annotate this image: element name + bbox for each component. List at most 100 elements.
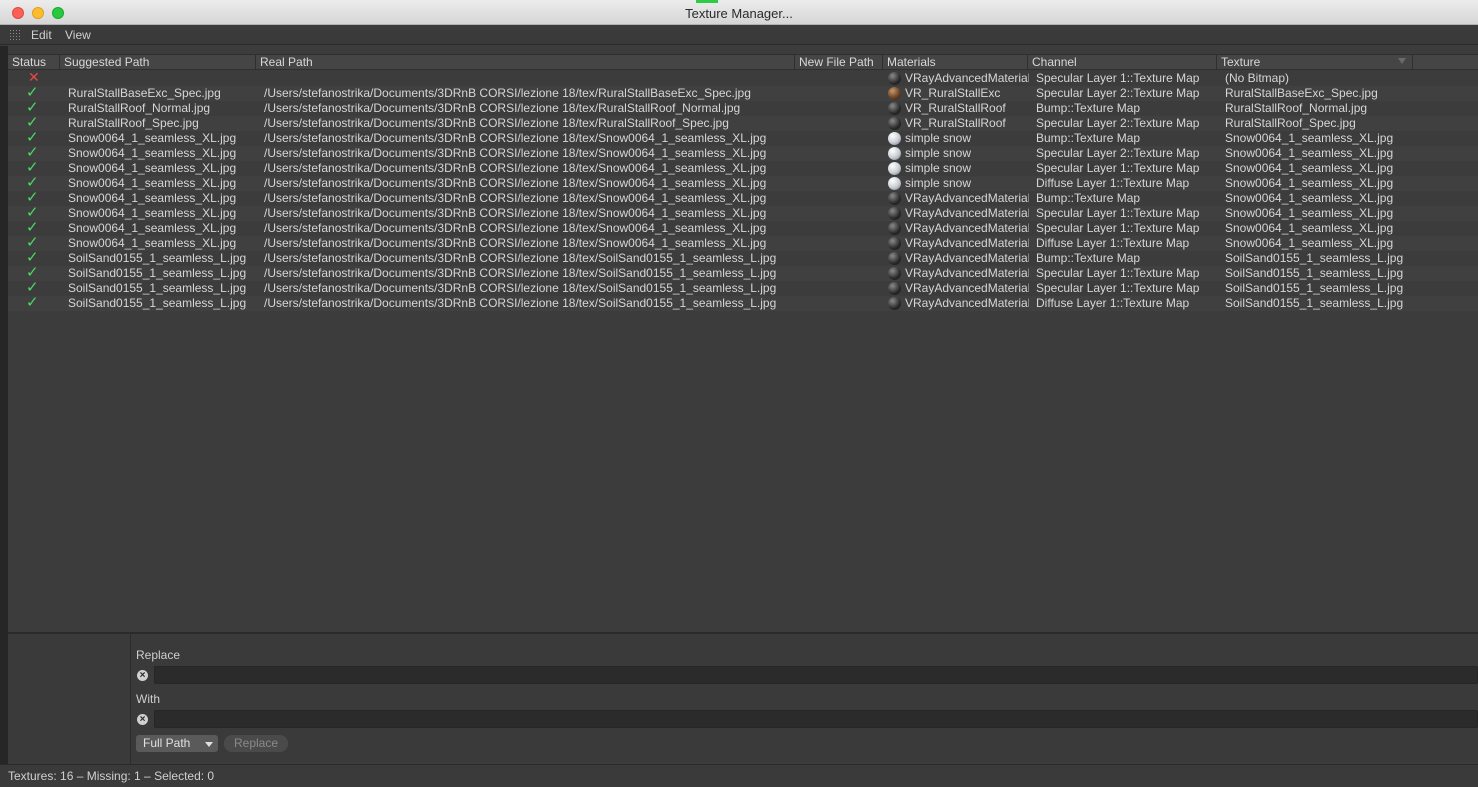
cross-icon: ✕ [28, 70, 40, 85]
column-header-real-path[interactable]: Real Path [256, 55, 795, 70]
suggested-path-cell: Snow0064_1_seamless_XL.jpg [68, 176, 237, 190]
table-row[interactable]: ✓ Snow0064_1_seamless_XL.jpg/Users/stefan… [8, 160, 1478, 176]
replace-input[interactable] [154, 666, 1478, 684]
with-input[interactable] [154, 710, 1478, 728]
sort-arrow-icon [1398, 58, 1406, 64]
column-header-channel[interactable]: Channel [1028, 55, 1217, 70]
check-icon: ✓ [26, 100, 39, 115]
real-path-cell: /Users/stefanostrika/Documents/3DRnB COR… [264, 161, 767, 175]
texture-cell: Snow0064_1_seamless_XL.jpg [1225, 161, 1394, 175]
material-preview-icon [888, 192, 901, 205]
real-path-cell: /Users/stefanostrika/Documents/3DRnB COR… [264, 266, 777, 280]
table-row[interactable]: ✓ Snow0064_1_seamless_XL.jpg/Users/stefan… [8, 205, 1478, 221]
material-cell: VR_RuralStallExc [905, 86, 1001, 100]
column-header-materials[interactable]: Materials [883, 55, 1028, 70]
channel-cell: Specular Layer 1::Texture Map [1036, 281, 1200, 295]
menu-edit[interactable]: Edit [31, 28, 52, 42]
clear-with-icon[interactable]: × [137, 714, 148, 725]
path-mode-value: Full Path [143, 736, 191, 750]
status-summary: Textures: 16 – Missing: 1 – Selected: 0 [8, 769, 215, 783]
table-row[interactable]: ✓ RuralStallRoof_Spec.jpg/Users/stefanost… [8, 115, 1478, 131]
real-path-cell: /Users/stefanostrika/Documents/3DRnB COR… [264, 296, 777, 310]
check-icon: ✓ [26, 295, 39, 310]
real-path-cell: /Users/stefanostrika/Documents/3DRnB COR… [264, 176, 767, 190]
check-icon: ✓ [26, 235, 39, 250]
table-row[interactable]: ✓ SoilSand0155_1_seamless_L.jpg/Users/ste… [8, 250, 1478, 266]
material-cell: VRayAdvancedMaterial [905, 71, 1029, 85]
texture-cell: Snow0064_1_seamless_XL.jpg [1225, 131, 1394, 145]
suggested-path-cell: RuralStallRoof_Spec.jpg [68, 116, 199, 130]
table-row[interactable]: ✓ SoilSand0155_1_seamless_L.jpg/Users/ste… [8, 295, 1478, 311]
column-header-texture[interactable]: Texture [1217, 55, 1413, 70]
suggested-path-cell: Snow0064_1_seamless_XL.jpg [68, 161, 237, 175]
channel-cell: Specular Layer 1::Texture Map [1036, 206, 1200, 220]
table-row[interactable]: ✓ SoilSand0155_1_seamless_L.jpg/Users/ste… [8, 265, 1478, 281]
channel-cell: Specular Layer 1::Texture Map [1036, 161, 1200, 175]
channel-cell: Specular Layer 1::Texture Map [1036, 266, 1200, 280]
texture-cell: (No Bitmap) [1225, 71, 1290, 85]
focus-indicator [696, 0, 718, 3]
column-header-status[interactable]: Status [8, 55, 60, 70]
material-cell: simple snow [905, 176, 972, 190]
material-cell: VRayAdvancedMaterial [905, 221, 1029, 235]
real-path-cell [264, 71, 794, 86]
check-icon: ✓ [26, 130, 39, 145]
real-path-cell: /Users/stefanostrika/Documents/3DRnB COR… [264, 206, 767, 220]
material-cell: simple snow [905, 146, 972, 160]
real-path-cell: /Users/stefanostrika/Documents/3DRnB COR… [264, 86, 751, 100]
grip-icon[interactable] [9, 29, 21, 40]
texture-table: ✕ VRayAdvancedMaterial Specular Layer 1::T… [8, 70, 1478, 632]
channel-cell: Diffuse Layer 1::Texture Map [1036, 296, 1190, 310]
table-row[interactable]: ✕ VRayAdvancedMaterial Specular Layer 1::T… [8, 70, 1478, 86]
clear-replace-icon[interactable]: × [137, 670, 148, 681]
material-preview-icon [888, 282, 901, 295]
channel-cell: Specular Layer 1::Texture Map [1036, 71, 1200, 85]
table-row[interactable]: ✓ Snow0064_1_seamless_XL.jpg/Users/stefan… [8, 130, 1478, 146]
channel-cell: Diffuse Layer 1::Texture Map [1036, 176, 1190, 190]
suggested-path-cell: SoilSand0155_1_seamless_L.jpg [68, 251, 247, 265]
suggested-path-cell: Snow0064_1_seamless_XL.jpg [68, 221, 237, 235]
table-row[interactable]: ✓ Snow0064_1_seamless_XL.jpg/Users/stefan… [8, 145, 1478, 161]
column-header-new-file-path[interactable]: New File Path [795, 55, 883, 70]
path-mode-dropdown[interactable]: Full Path [136, 735, 218, 752]
material-cell: VRayAdvancedMaterial [905, 281, 1029, 295]
material-cell: VRayAdvancedMaterial [905, 236, 1029, 250]
menu-view[interactable]: View [65, 28, 91, 42]
column-header-texture-label: Texture [1221, 55, 1261, 69]
texture-cell: RuralStallRoof_Normal.jpg [1225, 101, 1368, 115]
table-row[interactable]: ✓ SoilSand0155_1_seamless_L.jpg/Users/ste… [8, 280, 1478, 296]
table-row[interactable]: ✓ Snow0064_1_seamless_XL.jpg/Users/stefan… [8, 175, 1478, 191]
channel-cell: Bump::Texture Map [1036, 131, 1141, 145]
material-preview-icon [888, 177, 901, 190]
material-cell: VRayAdvancedMaterial [905, 206, 1029, 220]
texture-cell: SoilSand0155_1_seamless_L.jpg [1225, 251, 1404, 265]
suggested-path-cell: SoilSand0155_1_seamless_L.jpg [68, 281, 247, 295]
channel-cell: Specular Layer 2::Texture Map [1036, 116, 1200, 130]
check-icon: ✓ [26, 160, 39, 175]
material-preview-icon [888, 87, 901, 100]
table-row[interactable]: ✓ RuralStallBaseExc_Spec.jpg/Users/stefan… [8, 85, 1478, 101]
check-icon: ✓ [26, 280, 39, 295]
column-header-suggested-path[interactable]: Suggested Path [60, 55, 256, 70]
title-bar: Texture Manager... [0, 0, 1478, 25]
table-row[interactable]: ✓ Snow0064_1_seamless_XL.jpg/Users/stefan… [8, 235, 1478, 251]
table-row[interactable]: ✓ Snow0064_1_seamless_XL.jpg/Users/stefan… [8, 220, 1478, 236]
texture-cell: SoilSand0155_1_seamless_L.jpg [1225, 281, 1404, 295]
suggested-path-cell [68, 71, 260, 86]
channel-cell: Specular Layer 2::Texture Map [1036, 86, 1200, 100]
status-bar: Textures: 16 – Missing: 1 – Selected: 0 [0, 764, 1478, 787]
texture-cell: SoilSand0155_1_seamless_L.jpg [1225, 266, 1404, 280]
texture-cell: Snow0064_1_seamless_XL.jpg [1225, 146, 1394, 160]
with-label: With [136, 692, 160, 706]
material-preview-icon [888, 252, 901, 265]
table-row[interactable]: ✓ RuralStallRoof_Normal.jpg/Users/stefano… [8, 100, 1478, 116]
texture-cell: SoilSand0155_1_seamless_L.jpg [1225, 296, 1404, 310]
replace-button[interactable]: Replace [224, 735, 288, 752]
material-preview-icon [888, 102, 901, 115]
check-icon: ✓ [26, 175, 39, 190]
material-cell: VRayAdvancedMaterial [905, 296, 1029, 310]
table-row[interactable]: ✓ Snow0064_1_seamless_XL.jpg/Users/stefan… [8, 190, 1478, 206]
material-preview-icon [888, 132, 901, 145]
suggested-path-cell: Snow0064_1_seamless_XL.jpg [68, 191, 237, 205]
material-preview-icon [888, 222, 901, 235]
